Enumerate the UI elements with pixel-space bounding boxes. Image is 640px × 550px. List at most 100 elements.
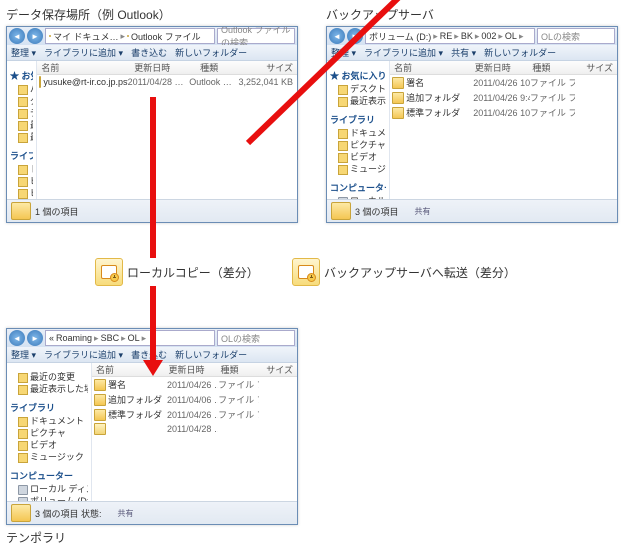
sidebar: 最近の変更 最近表示した場所 ライブラリ ドキュメント ピクチャ ビデオ ミュー… xyxy=(7,363,92,501)
file-row[interactable]: 署名 2011/04/26 … ファイル フォル… xyxy=(92,377,297,392)
libraries-header[interactable]: ライブラリ xyxy=(10,149,33,162)
sidebar-item[interactable]: ビデオ xyxy=(10,439,88,451)
explorer-window: ◄ ► ボリューム (D:)▸ RE▸ BK▸ 002▸ OL▸ OLの検索 整… xyxy=(326,26,618,223)
menu-organize[interactable]: 整理 ▾ xyxy=(11,348,36,361)
back-button[interactable]: ◄ xyxy=(9,28,25,44)
sidebar-item[interactable]: 最近の変更 xyxy=(10,119,33,131)
favorites-header[interactable]: ★ お気に入り xyxy=(330,69,386,82)
breadcrumb-seg[interactable]: RE xyxy=(440,31,453,41)
status-share: 共有 xyxy=(403,206,431,217)
breadcrumb-seg[interactable]: « xyxy=(49,333,54,343)
status-share: 共有 xyxy=(106,508,134,519)
status-bar: 3 個の項目 状態: 共有 xyxy=(7,501,297,524)
search-input[interactable]: OLの検索 xyxy=(537,28,615,44)
column-headers: 名前 更新日時 種類 サイズ xyxy=(37,61,297,75)
sidebar-item[interactable]: パブリック xyxy=(10,83,33,95)
breadcrumb-seg[interactable]: Roaming xyxy=(56,333,92,343)
breadcrumb-seg[interactable]: マイ ドキュメ… xyxy=(53,30,119,43)
back-button[interactable]: ◄ xyxy=(329,28,345,44)
col-type[interactable]: 種類 xyxy=(217,363,260,376)
sidebar-item[interactable]: ドキュメント xyxy=(10,415,88,427)
sidebar-item[interactable]: ダウンロード xyxy=(10,95,33,107)
menu-new-folder[interactable]: 新しいフォルダー xyxy=(484,46,556,59)
breadcrumb-seg[interactable]: BK xyxy=(461,31,473,41)
sidebar-item[interactable]: 最近表示した場所 xyxy=(10,131,33,143)
col-name[interactable]: 名前 xyxy=(390,61,471,74)
col-date[interactable]: 更新日時 xyxy=(165,363,217,376)
sidebar-item[interactable]: 最近表示した場所 xyxy=(330,95,386,107)
menu-add-to-library[interactable]: ライブラリに追加 ▾ xyxy=(44,348,123,361)
outlook-clock-icon xyxy=(95,258,123,286)
computer-header[interactable]: コンピューター xyxy=(10,469,88,482)
file-row[interactable]: 標準フォルダ 2011/04/26 10:53 ファイル フォルダー xyxy=(390,105,617,120)
menu-burn[interactable]: 書き込む xyxy=(131,46,167,59)
folder-icon xyxy=(94,409,106,421)
favorites-header[interactable]: ★ お気に入り xyxy=(10,69,33,82)
computer-header[interactable]: コンピューター xyxy=(330,181,386,194)
col-date[interactable]: 更新日時 xyxy=(471,61,529,74)
sidebar-item[interactable]: ピクチャ xyxy=(330,139,386,151)
col-name[interactable]: 名前 xyxy=(37,61,130,74)
breadcrumb-seg[interactable]: ボリューム (D:) xyxy=(369,30,431,43)
sidebar-item[interactable]: デスクトップ xyxy=(330,83,386,95)
menu-new-folder[interactable]: 新しいフォルダー xyxy=(175,348,247,361)
col-size[interactable]: サイズ xyxy=(576,61,617,74)
search-input[interactable]: OLの検索 xyxy=(217,330,295,346)
breadcrumb-seg[interactable]: Outlook ファイル xyxy=(131,30,201,43)
file-row[interactable]: 署名 2011/04/26 10:53 ファイル フォルダー xyxy=(390,75,617,90)
menu-add-to-library[interactable]: ライブラリに追加 ▾ xyxy=(44,46,123,59)
file-row[interactable]: 追加フォルダ 2011/04/26 9:45 ファイル フォルダー xyxy=(390,90,617,105)
file-row[interactable]: 標準フォルダ 2011/04/26 … ファイル フォル… xyxy=(92,407,297,422)
status-text: 3 個の項目 xyxy=(355,205,399,218)
address-bar[interactable]: マイ ドキュメ… ▸ Outlook ファイル xyxy=(45,28,215,44)
breadcrumb-seg[interactable]: OL xyxy=(128,333,140,343)
file-row[interactable]: yusuke@rt-ir.co.jp.pst 2011/04/28 … Outl… xyxy=(37,75,297,89)
sidebar-item[interactable]: ピクチャ xyxy=(10,427,88,439)
sidebar-item[interactable]: デスクトップ xyxy=(10,107,33,119)
address-bar[interactable]: ボリューム (D:)▸ RE▸ BK▸ 002▸ OL▸ xyxy=(365,28,535,44)
libraries-header[interactable]: ライブラリ xyxy=(330,113,386,126)
outlook-clock-icon xyxy=(292,258,320,286)
pst-file-icon xyxy=(94,423,106,435)
breadcrumb-seg[interactable]: 002 xyxy=(481,31,496,41)
file-row[interactable]: 2011/04/28 … xyxy=(92,422,297,436)
breadcrumb-seg[interactable]: OL xyxy=(505,31,517,41)
libraries-header[interactable]: ライブラリ xyxy=(10,401,88,414)
step-label: バックアップサーバへ転送（差分） xyxy=(324,264,516,281)
sidebar-item[interactable]: ミュージック xyxy=(330,163,386,175)
folder-icon xyxy=(11,504,31,522)
sidebar-item[interactable]: ビデオ xyxy=(10,187,33,199)
sidebar-item[interactable]: ビデオ xyxy=(330,151,386,163)
sidebar: ★ お気に入り デスクトップ 最近表示した場所 ライブラリ ドキュメント ピクチ… xyxy=(327,61,390,199)
address-bar[interactable]: « Roaming▸ SBC▸ OL▸ xyxy=(45,330,215,346)
menu-new-folder[interactable]: 新しいフォルダー xyxy=(175,46,247,59)
forward-button[interactable]: ► xyxy=(27,28,43,44)
sidebar-item[interactable]: ドキュメント xyxy=(330,127,386,139)
col-size[interactable]: サイズ xyxy=(250,61,297,74)
col-date[interactable]: 更新日時 xyxy=(130,61,196,74)
file-row[interactable]: 追加フォルダ 2011/04/06 … ファイル フォル… xyxy=(92,392,297,407)
menu-organize[interactable]: 整理 ▾ xyxy=(11,46,36,59)
file-list: 名前 更新日時 種類 サイズ 署名 2011/04/26 … ファイル フォル…… xyxy=(92,363,297,501)
folder-icon xyxy=(331,202,351,220)
back-button[interactable]: ◄ xyxy=(9,330,25,346)
titlebar: ◄ ► マイ ドキュメ… ▸ Outlook ファイル Outlook ファイル… xyxy=(7,27,297,45)
menu-share[interactable]: 共有 ▾ xyxy=(451,46,476,59)
sidebar-item[interactable]: ピクチャ xyxy=(10,175,33,187)
forward-button[interactable]: ► xyxy=(27,330,43,346)
folder-icon xyxy=(49,35,51,37)
menu-add-to-library[interactable]: ライブラリに追加 ▾ xyxy=(364,46,443,59)
col-type[interactable]: 種類 xyxy=(196,61,250,74)
sidebar-item[interactable]: ミュージック xyxy=(10,451,88,463)
column-headers: 名前 更新日時 種類 サイズ xyxy=(92,363,297,377)
col-size[interactable]: サイズ xyxy=(260,363,297,376)
sidebar-item-drive[interactable]: ローカル ディス… xyxy=(10,483,88,495)
step-backup-transfer: バックアップサーバへ転送（差分） xyxy=(292,258,516,286)
sidebar-item[interactable]: ドキュメント xyxy=(10,163,33,175)
search-input[interactable]: Outlook ファイルの検索 xyxy=(217,28,295,44)
breadcrumb-seg[interactable]: SBC xyxy=(101,333,120,343)
column-headers: 名前 更新日時 種類 サイズ xyxy=(390,61,617,75)
col-type[interactable]: 種類 xyxy=(528,61,576,74)
sidebar-item[interactable]: 最近の変更 xyxy=(10,371,88,383)
sidebar-item[interactable]: 最近表示した場所 xyxy=(10,383,88,395)
